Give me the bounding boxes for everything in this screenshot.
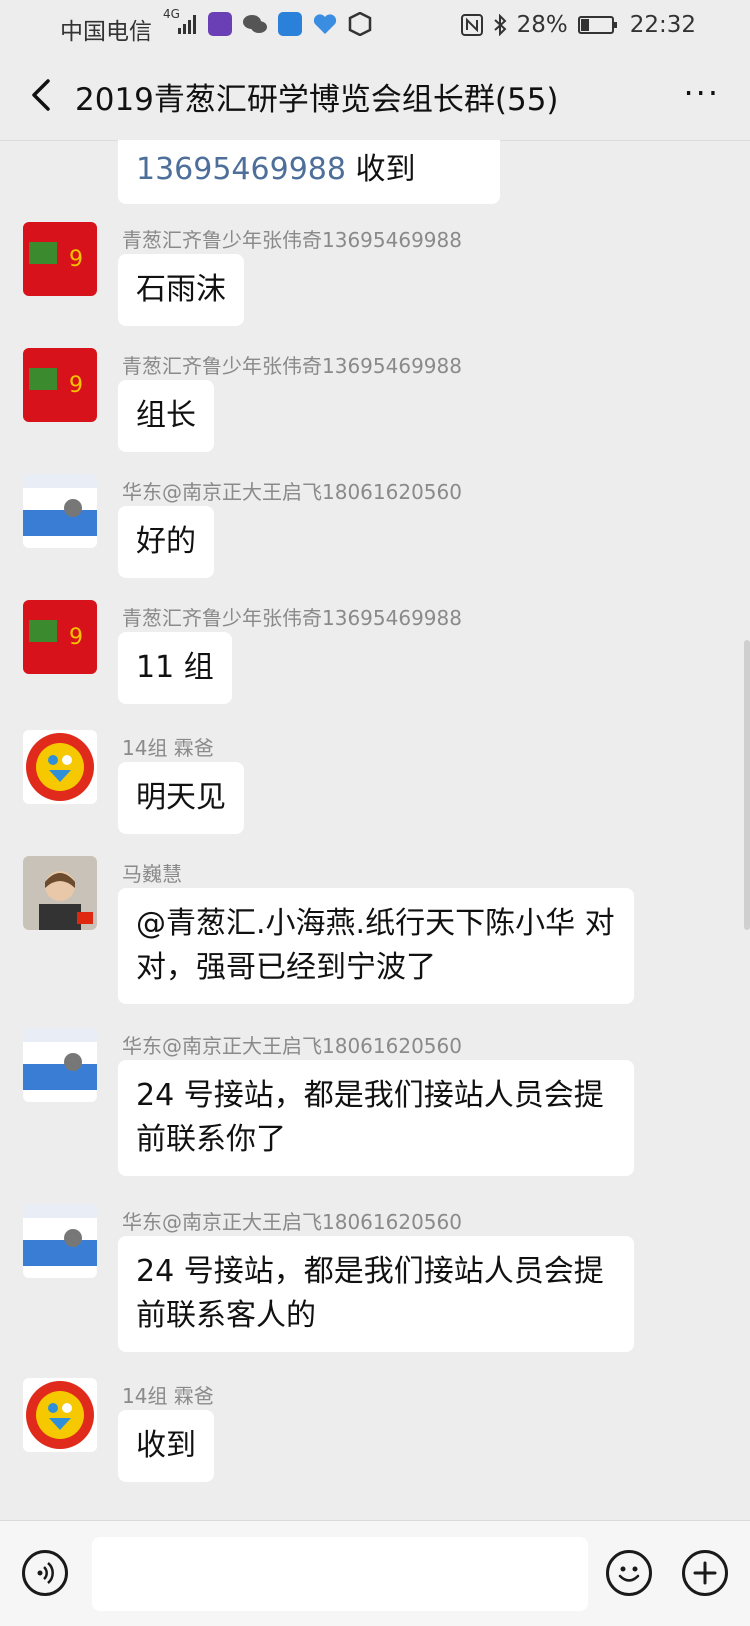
battery-icon	[577, 16, 617, 34]
message-bubble[interactable]: 石雨沫	[118, 254, 244, 326]
hexagon-app-icon	[348, 12, 372, 36]
message-bubble[interactable]: @青葱汇.小海燕.纸行天下陈小华 对对，强哥已经到宁波了	[118, 888, 634, 1004]
mention-phone[interactable]: 13695469988	[136, 152, 346, 187]
sender-name: 青葱汇齐鲁少年张伟奇13695469988	[122, 354, 462, 378]
circle-logo-avatar[interactable]	[23, 730, 97, 804]
more-dots-icon[interactable]: ···	[683, 74, 720, 112]
message-bubble[interactable]: 11 组	[118, 632, 232, 704]
sender-name: 马巍慧	[122, 862, 182, 886]
svg-text:9: 9	[69, 373, 83, 398]
scrollbar[interactable]	[744, 640, 750, 930]
sender-name: 青葱汇齐鲁少年张伟奇13695469988	[122, 228, 462, 252]
business-card-avatar[interactable]	[23, 1028, 97, 1102]
notification-icons	[208, 12, 372, 36]
browser-icon	[278, 12, 302, 36]
nfc-icon	[460, 14, 483, 36]
chevron-left-icon[interactable]	[24, 78, 58, 112]
input-bar	[0, 1520, 750, 1626]
red-card-avatar[interactable]: 9	[23, 222, 97, 296]
red-card-avatar[interactable]: 9	[23, 600, 97, 674]
battery-percent: 28%	[516, 12, 568, 38]
svg-text:9: 9	[69, 247, 83, 272]
message-text: 收到	[345, 152, 416, 187]
chat-header: 2019青葱汇研学博览会组长群(55) ···	[0, 52, 750, 141]
wechat-icon	[243, 15, 267, 33]
signal-icon	[178, 15, 196, 34]
sender-name: 华东@南京正大王启飞18061620560	[122, 1210, 462, 1234]
sender-name: 14组 霖爸	[122, 736, 214, 760]
message-bubble[interactable]: 24 号接站，都是我们接站人员会提前联系客人的	[118, 1236, 634, 1352]
message-bubble[interactable]: 组长	[118, 380, 214, 452]
business-card-avatar[interactable]	[23, 1204, 97, 1278]
business-card-avatar[interactable]	[23, 474, 97, 548]
message-input[interactable]	[92, 1537, 588, 1611]
sender-name: 14组 霖爸	[122, 1384, 214, 1408]
red-card-avatar[interactable]: 9	[23, 348, 97, 422]
message-bubble[interactable]: 收到	[118, 1410, 214, 1482]
photo-avatar[interactable]	[23, 856, 97, 930]
clock: 22:32	[629, 12, 696, 38]
sender-name: 青葱汇齐鲁少年张伟奇13695469988	[122, 606, 462, 630]
message-list[interactable]: 13695469988 收到 9 青葱汇齐鲁少年张伟奇13695469988 石…	[0, 140, 750, 1520]
status-bar: 中国电信 4G 28% 22:32	[0, 0, 750, 52]
plus-icon[interactable]	[682, 1550, 728, 1596]
bluetooth-icon	[493, 14, 507, 36]
sender-name: 华东@南京正大王启飞18061620560	[122, 480, 462, 504]
novel-app-icon	[208, 12, 232, 36]
status-right: 28% 22:32	[460, 12, 696, 38]
circle-logo-avatar[interactable]	[23, 1378, 97, 1452]
carrier-label: 中国电信	[60, 19, 152, 45]
message-bubble[interactable]: 好的	[118, 506, 214, 578]
svg-text:9: 9	[69, 625, 83, 650]
chat-title: 2019青葱汇研学博览会组长群(55)	[75, 82, 559, 118]
message-bubble[interactable]: 24 号接站，都是我们接站人员会提前联系你了	[118, 1060, 634, 1176]
emoji-icon[interactable]	[606, 1550, 652, 1596]
message-bubble[interactable]: 13695469988 收到	[118, 140, 500, 204]
voice-icon[interactable]	[22, 1550, 68, 1596]
heart-app-icon	[313, 14, 337, 34]
sender-name: 华东@南京正大王启飞18061620560	[122, 1034, 462, 1058]
message-bubble[interactable]: 明天见	[118, 762, 244, 834]
